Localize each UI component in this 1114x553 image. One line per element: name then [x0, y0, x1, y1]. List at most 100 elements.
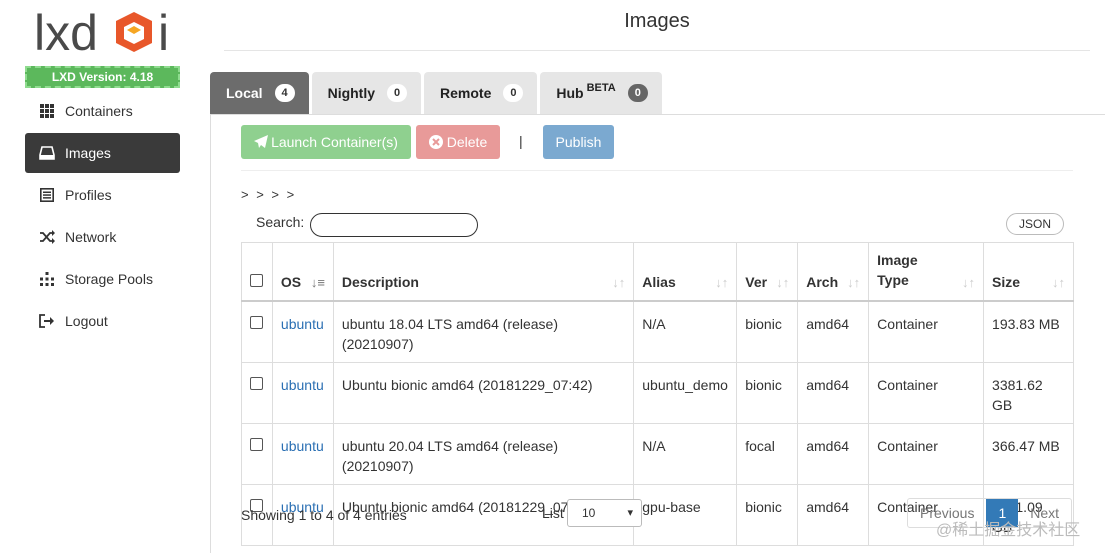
paper-plane-icon — [254, 135, 269, 149]
tab-nightly[interactable]: Nightly 0 — [311, 72, 422, 114]
column-size[interactable]: Size ↓↑ — [983, 242, 1074, 302]
watermark: @稀土掘金技术社区 — [936, 522, 1081, 539]
ver-cell: bionic — [736, 361, 799, 424]
tab-label: Nightly — [327, 85, 376, 101]
remove-circle-icon — [428, 135, 443, 149]
sidebar-item-network[interactable]: Network — [25, 217, 180, 257]
lxdui-logo: lxd i — [34, 6, 169, 60]
column-label: Image Type — [877, 251, 918, 288]
row-select-cell — [241, 361, 273, 424]
count-badge: 0 — [627, 84, 648, 102]
search-input[interactable] — [310, 213, 478, 237]
launch-container-button[interactable]: Launch Container(s) — [241, 125, 411, 159]
table-row[interactable]: ubuntu Ubuntu bionic amd64 (20181229_07:… — [241, 361, 1074, 424]
arch-cell: amd64 — [797, 361, 870, 424]
os-cell: ubuntu — [271, 422, 334, 485]
toolbar-separator: | — [519, 133, 523, 149]
alias-cell: ubuntu_demo — [633, 361, 738, 424]
tab-remote[interactable]: Remote 0 — [424, 72, 538, 114]
size-cell: 193.83 MB — [983, 300, 1074, 363]
column-ver[interactable]: Ver ↓↑ — [736, 242, 799, 302]
sidebar-item-label: Storage Pools — [65, 271, 153, 287]
ver-cell: focal — [736, 422, 799, 485]
chevron-down-icon: ▾ — [627, 507, 633, 519]
sidebar-item-storage-pools[interactable]: Storage Pools — [25, 259, 180, 299]
sidebar-item-label: Profiles — [65, 187, 112, 203]
table-header-row: OS ↓≡ Description ↓↑ Alias ↓↑ Ver ↓↑ Arch ↓↑ … — [241, 242, 1074, 302]
sort-icon: ↓↑ — [715, 274, 729, 290]
grid-icon — [39, 103, 55, 119]
column-arch[interactable]: Arch ↓↑ — [797, 242, 870, 302]
ver-cell: bionic — [736, 300, 799, 363]
tab-hub[interactable]: Hub BETA 0 — [540, 72, 662, 114]
image-tabs: Local 4 Nightly 0 Remote 0 Hub BETA 0 — [210, 72, 665, 114]
table-row[interactable]: ubuntu ubuntu 18.04 LTS amd64 (release) … — [241, 300, 1074, 363]
sort-icon: ↓↑ — [1052, 274, 1065, 290]
size-cell: 366.47 MB — [983, 422, 1074, 485]
os-link[interactable]: ubuntu — [281, 377, 324, 393]
row-checkbox[interactable] — [250, 315, 264, 329]
row-checkbox[interactable] — [250, 376, 264, 390]
sort-icon: ↓↑ — [776, 274, 790, 290]
description-cell: ubuntu 18.04 LTS amd64 (release) (202109… — [332, 300, 635, 363]
page-length-select[interactable]: 10 ▾ — [567, 499, 642, 527]
list-icon — [39, 187, 55, 203]
column-label: Description — [341, 273, 419, 290]
image-type-cell: Container — [868, 300, 985, 363]
column-label: Ver — [745, 273, 768, 290]
sidebar-item-label: Images — [65, 145, 111, 161]
page-title: Images — [624, 10, 690, 32]
row-select-cell — [241, 300, 273, 363]
image-type-cell: Container — [868, 422, 985, 485]
search-label: Search: — [256, 214, 305, 230]
svg-text:lxd: lxd — [34, 6, 98, 60]
logout-icon — [39, 313, 55, 329]
row-checkbox[interactable] — [250, 437, 264, 451]
table-info: Showing 1 to 4 of 4 entries — [241, 507, 407, 523]
arch-cell: amd64 — [797, 300, 870, 363]
sidebar-item-profiles[interactable]: Profiles — [25, 175, 180, 215]
description-cell: Ubuntu bionic amd64 (20181229_07:42) — [332, 361, 635, 424]
column-description[interactable]: Description ↓↑ — [332, 242, 635, 302]
launch-label: Launch Container(s) — [271, 134, 398, 150]
os-cell: ubuntu — [271, 361, 334, 424]
page-length-label: List — [542, 505, 564, 521]
page-length-value: 10 — [582, 506, 596, 520]
os-link[interactable]: ubuntu — [281, 438, 324, 454]
sort-icon: ↓↑ — [612, 274, 626, 290]
column-image-type[interactable]: Image Type ↓↑ — [868, 242, 985, 302]
table-row[interactable]: ubuntu ubuntu 20.04 LTS amd64 (release) … — [241, 422, 1074, 485]
size-cell: 3381.62 GB — [983, 361, 1074, 424]
sort-icon: ↓↑ — [962, 274, 976, 290]
sidebar-item-images[interactable]: Images — [25, 133, 180, 173]
publish-button[interactable]: Publish — [543, 125, 614, 159]
sidebar-item-label: Logout — [65, 313, 108, 329]
column-alias[interactable]: Alias ↓↑ — [633, 242, 738, 302]
drive-icon — [39, 145, 55, 161]
svg-text:i: i — [158, 6, 169, 60]
alias-cell: N/A — [633, 300, 738, 363]
alias-cell: N/A — [633, 422, 738, 485]
image-type-cell: Container — [868, 361, 985, 424]
breadcrumb: > > > > — [241, 187, 297, 202]
os-link[interactable]: ubuntu — [281, 316, 324, 332]
sidebar: lxd i LXD Version: 4.18 Containers Image… — [0, 0, 210, 553]
beta-label: BETA — [586, 82, 616, 94]
count-badge: 0 — [387, 84, 408, 102]
column-os[interactable]: OS ↓≡ — [271, 242, 334, 302]
toolbar-divider — [241, 170, 1073, 171]
title-divider — [224, 50, 1090, 51]
sidebar-item-label: Containers — [65, 103, 133, 119]
column-label: Alias — [642, 273, 676, 290]
sort-icon: ↓↑ — [847, 274, 861, 290]
column-label: OS — [280, 273, 302, 290]
sidebar-item-logout[interactable]: Logout — [25, 301, 180, 341]
column-label: Arch — [806, 273, 839, 290]
tab-label: Remote — [440, 85, 492, 101]
arch-cell: amd64 — [797, 483, 870, 546]
tab-local[interactable]: Local 4 — [210, 72, 309, 114]
sidebar-item-containers[interactable]: Containers — [25, 91, 180, 131]
delete-button[interactable]: Delete — [416, 125, 500, 159]
json-button[interactable]: JSON — [1006, 213, 1064, 235]
select-all-checkbox[interactable] — [250, 273, 264, 287]
